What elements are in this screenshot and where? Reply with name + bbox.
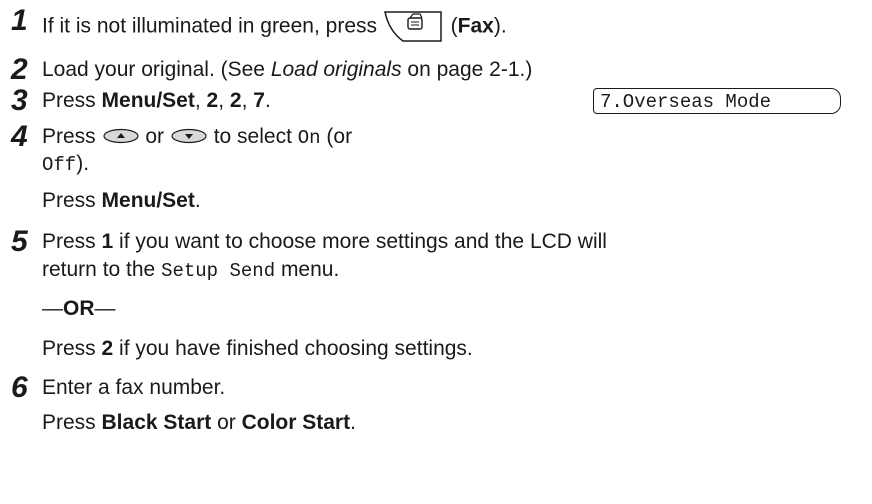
step-5-text-line2: return to the Setup Send menu.	[42, 258, 340, 282]
lcd-display: 7.Overseas Mode	[593, 88, 841, 114]
up-arrow-key-icon	[102, 124, 140, 150]
or-separator: —OR—	[42, 297, 116, 320]
step-6-text-line1: Enter a fax number.	[42, 376, 226, 399]
step-2-text: Load your original. (See Load originals …	[42, 58, 533, 81]
menu-set-key: Menu/Set	[101, 189, 195, 212]
fax-key-icon	[383, 9, 445, 45]
step-3-text: Press Menu/Set, 2, 2, 7.	[42, 89, 271, 112]
step-5-text-line1: Press 1 if you want to choose more setti…	[42, 230, 607, 253]
setup-send-menu-name: Setup Send	[161, 260, 276, 282]
step-number: 4	[11, 120, 28, 153]
color-start-key: Color Start	[241, 411, 351, 434]
menu-set-key: Menu/Set	[101, 89, 195, 112]
step-1-text: If it is not illuminated in green, press…	[42, 9, 507, 45]
option-off: Off	[42, 154, 77, 176]
black-start-key: Black Start	[101, 411, 212, 434]
step-4-text-line1: Press or to select On (or	[42, 124, 353, 150]
step-5-text-line3: Press 2 if you have finished choosing se…	[42, 337, 473, 360]
step-6-text-line2: Press Black Start or Color Start.	[42, 411, 356, 434]
step-number: 6	[11, 371, 28, 404]
cross-reference-link[interactable]: Load originals	[271, 58, 402, 81]
step-number: 3	[11, 84, 28, 117]
down-arrow-key-icon	[170, 124, 208, 150]
step-number: 2	[11, 53, 28, 86]
step-4-text-line3: Press Menu/Set.	[42, 189, 201, 212]
option-on: On	[297, 127, 321, 149]
fax-key-label: Fax	[457, 14, 494, 38]
step-number: 5	[11, 225, 28, 258]
step-4-text-line2: Off).	[42, 152, 90, 176]
step-number: 1	[11, 4, 28, 37]
